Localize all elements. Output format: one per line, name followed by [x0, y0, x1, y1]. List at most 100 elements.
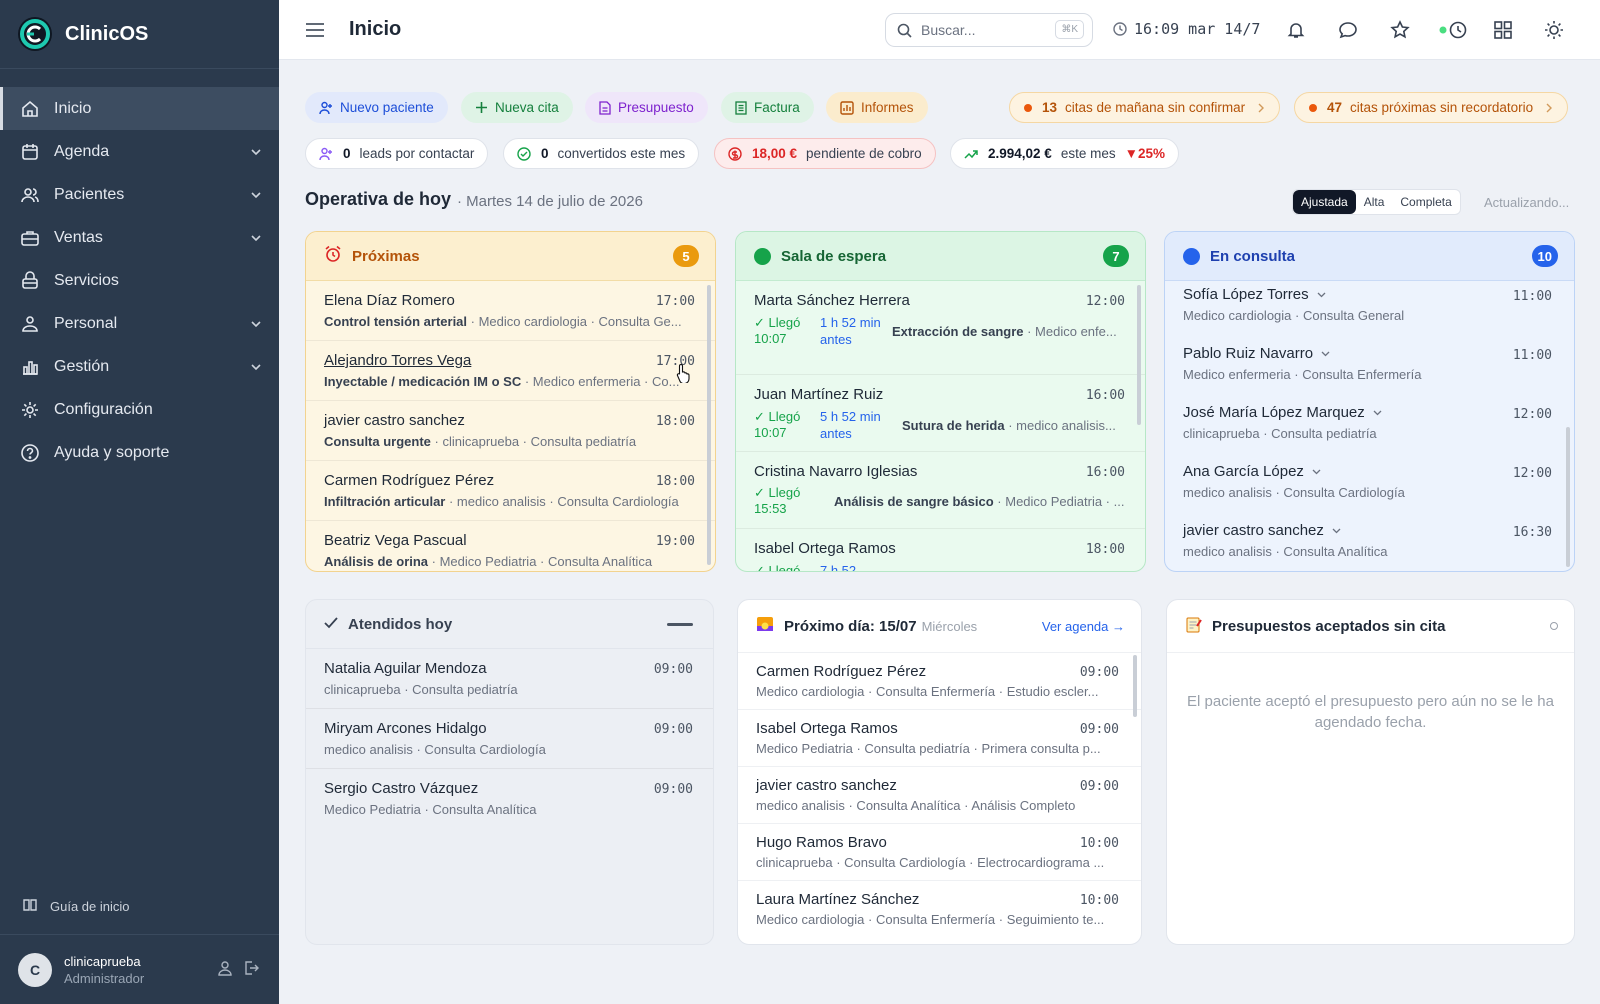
patient-name[interactable]: Miryam Arcones Hidalgo [324, 720, 695, 737]
list-item[interactable]: Ana García López 12:00 medico analisis ·… [1165, 458, 1574, 517]
alert-unconfirmed[interactable]: 13 citas de mañana sin confirmar [1009, 92, 1281, 123]
new-patient-button[interactable]: Nuevo paciente [305, 92, 448, 123]
view-completa[interactable]: Completa [1392, 190, 1459, 214]
sidebar-item-ayuda[interactable]: Ayuda y soporte [0, 431, 279, 474]
appointment-time: 16:00 [1085, 388, 1125, 403]
reports-button[interactable]: Informes [826, 92, 928, 123]
list-item[interactable]: Laura Martínez Sánchez 10:00 Medico card… [738, 881, 1141, 938]
list-item[interactable]: Natalia Aguilar Mendoza 09:00 clinicapru… [306, 649, 713, 709]
list-item[interactable]: javier castro sanchez 09:00 medico anali… [738, 767, 1141, 824]
status-clock-icon[interactable] [1439, 19, 1469, 41]
logo-icon [18, 17, 52, 51]
patient-name[interactable]: José María López Marquez [1183, 404, 1556, 421]
sidebar-item-configuracion[interactable]: Configuración [0, 388, 279, 431]
patient-name[interactable]: Sofía López Torres [1183, 286, 1556, 303]
patient-name[interactable]: Carmen Rodríguez Pérez [756, 663, 1123, 680]
star-icon[interactable] [1389, 19, 1411, 41]
logout-icon[interactable] [243, 960, 259, 979]
invoice-button[interactable]: Factura [721, 92, 814, 123]
sidebar-item-servicios[interactable]: Servicios [0, 259, 279, 302]
bell-icon[interactable] [1285, 19, 1307, 41]
chevron-down-icon[interactable] [1332, 528, 1341, 534]
patient-name[interactable]: Ana García López [1183, 463, 1556, 480]
list-item[interactable]: javier castro sanchez 16:30 medico anali… [1165, 517, 1574, 571]
guide-link[interactable]: Guía de inicio [22, 897, 130, 916]
patient-name[interactable]: Marta Sánchez Herrera [754, 292, 1127, 309]
sidebar-item-personal[interactable]: Personal [0, 302, 279, 345]
clock-text: 16:09 mar 14/7 [1134, 20, 1261, 38]
detail-text: · medico analisis... [1004, 417, 1116, 433]
chevron-down-icon[interactable] [1312, 469, 1321, 475]
scrollbar[interactable] [707, 285, 711, 565]
sidebar-item-inicio[interactable]: Inicio [0, 87, 279, 130]
new-appointment-button[interactable]: Nueva cita [461, 92, 573, 123]
stat-leads[interactable]: 0 leads por contactar [305, 138, 489, 169]
appointment-detail: Medico enfermeria · Consulta Enfermería [1183, 367, 1422, 382]
list-item[interactable]: Cristina Navarro Iglesias 16:00 ✓ Llegó … [736, 452, 1145, 529]
list-item[interactable]: Pablo Ruiz Navarro 11:00 Medico enfermer… [1165, 340, 1574, 399]
patient-name[interactable]: Carmen Rodríguez Pérez [324, 472, 697, 489]
patient-name[interactable]: Alejandro Torres Vega [324, 352, 697, 369]
stat-pending[interactable]: 18,00 € pendiente de cobro [714, 138, 936, 169]
list-item[interactable]: Carmen Rodríguez Pérez 09:00 Medico card… [738, 653, 1141, 710]
patient-name[interactable]: Natalia Aguilar Mendoza [324, 660, 695, 677]
patient-name[interactable]: Pablo Ruiz Navarro [1183, 345, 1556, 362]
chat-icon[interactable] [1337, 19, 1359, 41]
list-item[interactable]: Alejandro Torres Vega 17:00 Inyectable /… [306, 341, 715, 401]
sidebar-item-gestion[interactable]: Gestión [0, 345, 279, 388]
patient-name[interactable]: Isabel Ortega Ramos [754, 540, 1127, 557]
scrollbar[interactable] [1133, 655, 1137, 717]
menu-icon[interactable] [305, 22, 325, 38]
alert-no-reminder[interactable]: 47 citas próximas sin recordatorio [1294, 92, 1569, 123]
chevron-down-icon[interactable] [1373, 410, 1382, 416]
list-item[interactable]: Miryam Arcones Hidalgo 09:00 medico anal… [306, 709, 713, 769]
list-item[interactable]: Isabel Ortega Ramos 18:00 ✓ Llegó 7 h 52 [736, 529, 1145, 571]
sun-icon[interactable] [1543, 19, 1565, 41]
stat-revenue[interactable]: 2.994,02 € este mes ▼25% [950, 138, 1179, 169]
profile-icon[interactable] [217, 960, 233, 979]
sidebar-item-ventas[interactable]: Ventas [0, 216, 279, 259]
patient-name[interactable]: javier castro sanchez [324, 412, 697, 429]
chevron-down-icon[interactable] [1317, 292, 1326, 298]
patient-name[interactable]: Sergio Castro Vázquez [324, 780, 695, 797]
apps-grid-icon[interactable] [1492, 19, 1514, 41]
scrollbar[interactable] [1566, 427, 1570, 567]
list-item[interactable]: Hugo Ramos Bravo 10:00 clinicaprueba · C… [738, 824, 1141, 881]
view-ajustada[interactable]: Ajustada [1293, 190, 1356, 214]
stat-converted[interactable]: 0 convertidos este mes [503, 138, 700, 169]
patient-name[interactable]: Laura Martínez Sánchez [756, 891, 1123, 908]
scrollbar[interactable] [1137, 285, 1141, 425]
list-item[interactable]: Isabel Ortega Ramos 09:00 Medico Pediatr… [738, 710, 1141, 767]
appointment-time: 18:00 [655, 474, 695, 489]
avatar[interactable]: C [18, 952, 52, 987]
patient-name[interactable]: Hugo Ramos Bravo [756, 834, 1123, 851]
patient-name[interactable]: Beatriz Vega Pascual [324, 532, 697, 549]
list-item[interactable]: Marta Sánchez Herrera 12:00 ✓ Llegó 10:0… [736, 281, 1145, 375]
sidebar-item-agenda[interactable]: Agenda [0, 130, 279, 173]
patient-name[interactable]: Elena Díaz Romero [324, 292, 697, 309]
search-input[interactable]: Buscar... ⌘K [885, 13, 1093, 47]
chevron-down-icon[interactable] [1321, 351, 1330, 357]
patient-name[interactable]: javier castro sanchez [1183, 522, 1556, 539]
patient-name[interactable]: javier castro sanchez [756, 777, 1123, 794]
alert-count: 47 [1327, 100, 1343, 115]
view-alta[interactable]: Alta [1356, 190, 1393, 214]
list-item[interactable]: Beatriz Vega Pascual 19:00 Análisis de o… [306, 521, 715, 571]
appointment-detail: Análisis de sangre básico · Medico Pedia… [834, 494, 1124, 509]
list-item[interactable]: José María López Marquez 12:00 clinicapr… [1165, 399, 1574, 458]
list-item[interactable]: Elena Díaz Romero 17:00 Control tensión … [306, 281, 715, 341]
budget-button[interactable]: Presupuesto [585, 92, 708, 123]
collapse-icon[interactable] [667, 622, 693, 626]
sidebar-item-pacientes[interactable]: Pacientes [0, 173, 279, 216]
list-item[interactable]: javier castro sanchez 18:00 Consulta urg… [306, 401, 715, 461]
patient-name[interactable]: Cristina Navarro Iglesias [754, 463, 1127, 480]
view-agenda-link[interactable]: Ver agenda → [1042, 619, 1125, 634]
list-item[interactable]: Sergio Castro Vázquez 09:00 Medico Pedia… [306, 769, 713, 829]
brand[interactable]: ClinicOS [0, 0, 279, 69]
patient-name[interactable]: Isabel Ortega Ramos [756, 720, 1123, 737]
patient-name[interactable]: Juan Martínez Ruiz [754, 386, 1127, 403]
search-placeholder: Buscar... [921, 22, 976, 38]
list-item[interactable]: Sofía López Torres 11:00 Medico cardiolo… [1165, 281, 1574, 340]
list-item[interactable]: Juan Martínez Ruiz 16:00 ✓ Llegó 10:07 5… [736, 375, 1145, 452]
list-item[interactable]: Carmen Rodríguez Pérez 18:00 Infiltració… [306, 461, 715, 521]
